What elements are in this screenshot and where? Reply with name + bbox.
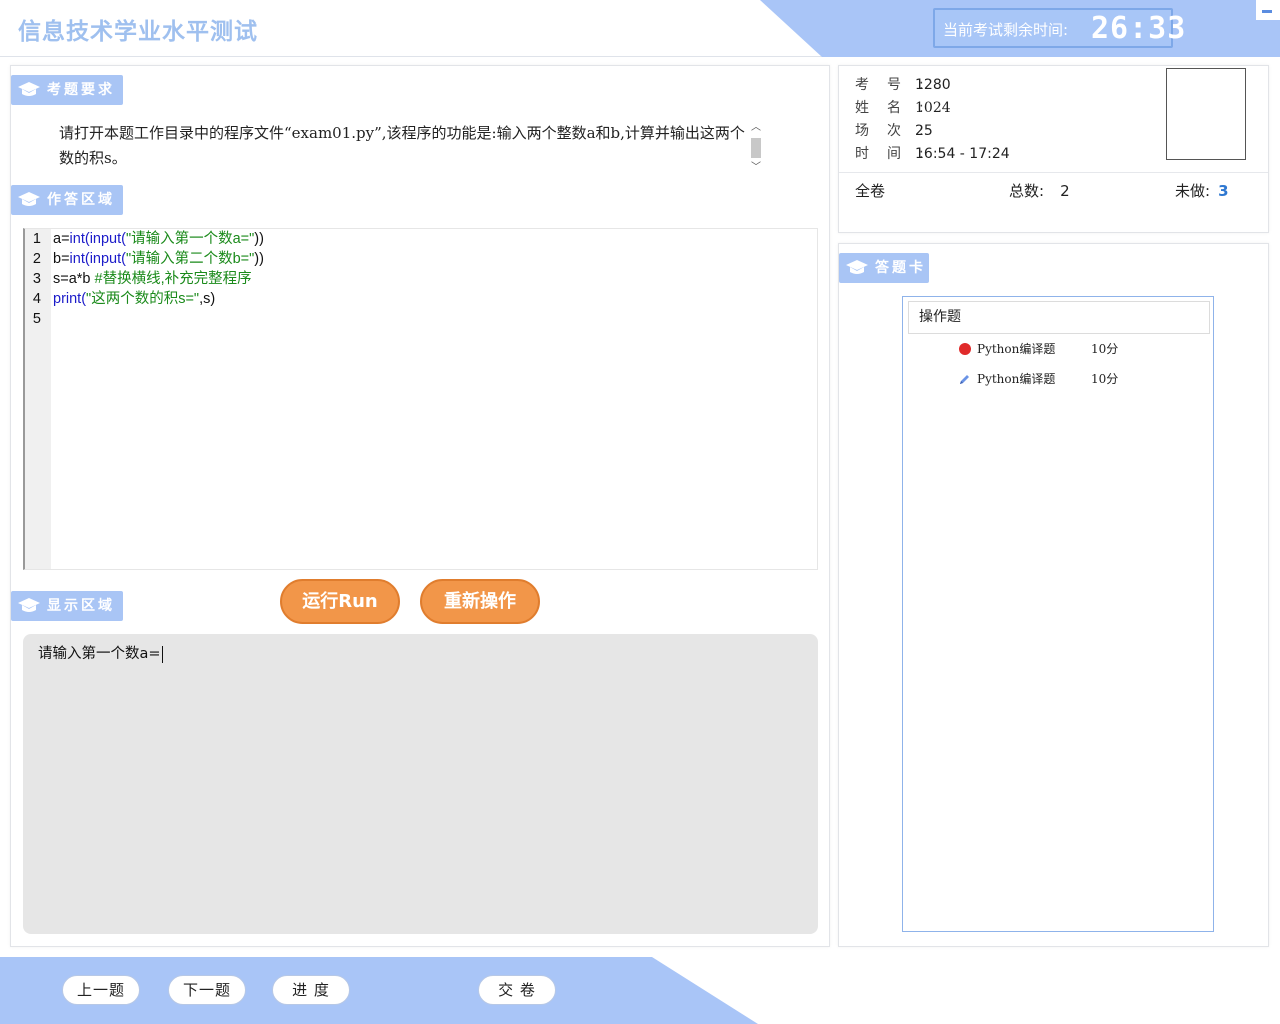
output-console[interactable]: 请输入第一个数a= [23,634,818,934]
answer-card-label: 答题卡 [875,260,926,276]
graduation-cap-icon [846,260,868,274]
candidate-info-panel: 考号:1280 姓名:1024 场次:25 时间:16:54 - 17:24 全… [838,65,1269,233]
timer-label: 当前考试剩余时间: [943,21,1069,39]
summary-total: 总数: 2 [1009,182,1070,200]
answer-card-tag: 答题卡 [839,253,929,283]
exam-session-row: 场次:25 [855,123,942,139]
exam-timer: 当前考试剩余时间: 26:33 [933,8,1185,48]
answer-card-panel: 答题卡 操作题 Python编译题 10分 Python编译题 10分 [838,243,1269,947]
chevron-up-icon[interactable]: ︿ [748,121,764,135]
question-list: 操作题 Python编译题 10分 Python编译题 10分 [902,296,1214,932]
divider [839,172,1268,173]
question-item-score: 10分 [1091,372,1119,386]
graduation-cap-icon [18,598,40,612]
red-dot-icon [959,343,971,355]
header-bar: 信息技术学业水平测试 当前考试剩余时间: 26:33 [0,0,1280,57]
question-item-current[interactable]: Python编译题 10分 [953,365,1119,393]
candidate-photo [1166,68,1246,160]
workspace-panel: 考题要求 请打开本题工作目录中的程序文件“exam01.py”,该程序的功能是:… [10,65,830,947]
exam-time-row: 时间:16:54 - 17:24 [855,146,1010,162]
pencil-icon [960,375,969,384]
scroll-thumb[interactable] [751,138,761,158]
timer-value: 26:33 [1091,11,1187,46]
question-item-score: 10分 [1091,342,1119,356]
question-item-name: Python编译题 [977,342,1056,356]
progress-button[interactable]: 进 度 [272,975,350,1005]
answer-section-label: 作答区域 [47,192,115,208]
text-caret [161,645,163,663]
output-section-label: 显示区域 [47,598,115,614]
minimize-button[interactable] [1256,0,1280,20]
console-output-line[interactable]: 请输入第一个数a= [38,642,163,663]
question-item[interactable]: Python编译题 10分 [953,335,1119,363]
candidate-name-row: 姓名:1024 [855,100,951,116]
candidate-id: 1280 [915,77,951,93]
minimize-icon [1262,10,1272,13]
question-section-tag: 考题要求 [11,75,123,105]
submit-exam-button[interactable]: 交 卷 [478,975,556,1005]
graduation-cap-icon [18,82,40,96]
code-line[interactable]: 1 a=int(input("请输入第一个数a=")) [29,229,264,249]
next-question-button[interactable]: 下一题 [168,975,246,1005]
question-scrollbar[interactable]: ︿ ﹀ [748,121,764,177]
code-line[interactable]: 2 b=int(input("请输入第二个数b=")) [29,249,264,269]
graduation-cap-icon [18,192,40,206]
candidate-id-row: 考号:1280 [855,77,951,93]
code-editor[interactable]: 1 a=int(input("请输入第一个数a=")) 2 b=int(input(… [23,228,818,570]
app-title: 信息技术学业水平测试 [18,19,258,45]
code-line[interactable]: 3 s=a*b #替换横线,补充完整程序 [29,269,252,289]
exam-time: 16:54 - 17:24 [915,146,1010,162]
exam-session: 25 [915,123,933,139]
question-text: 请打开本题工作目录中的程序文件“exam01.py”,该程序的功能是:输入两个整… [59,124,745,167]
prev-question-button[interactable]: 上一题 [62,975,140,1005]
question-item-name: Python编译题 [977,372,1056,386]
code-line[interactable]: 5 [29,309,53,329]
answer-section-tag: 作答区域 [11,185,123,215]
output-section-tag: 显示区域 [11,591,123,621]
code-line[interactable]: 4 print("这两个数的积s=",s) [29,289,215,309]
candidate-name: 1024 [915,100,951,116]
run-button[interactable]: 运行Run [280,579,400,624]
summary-undone: 未做: 3 [1175,182,1229,200]
reset-button[interactable]: 重新操作 [420,579,540,624]
chevron-down-icon[interactable]: ﹀ [748,161,764,175]
summary-scope: 全卷 [855,182,886,200]
question-group-title: 操作题 [908,301,1210,334]
footer-bar: 上一题 下一题 进 度 交 卷 [0,957,1280,1024]
question-section-label: 考题要求 [47,82,115,98]
